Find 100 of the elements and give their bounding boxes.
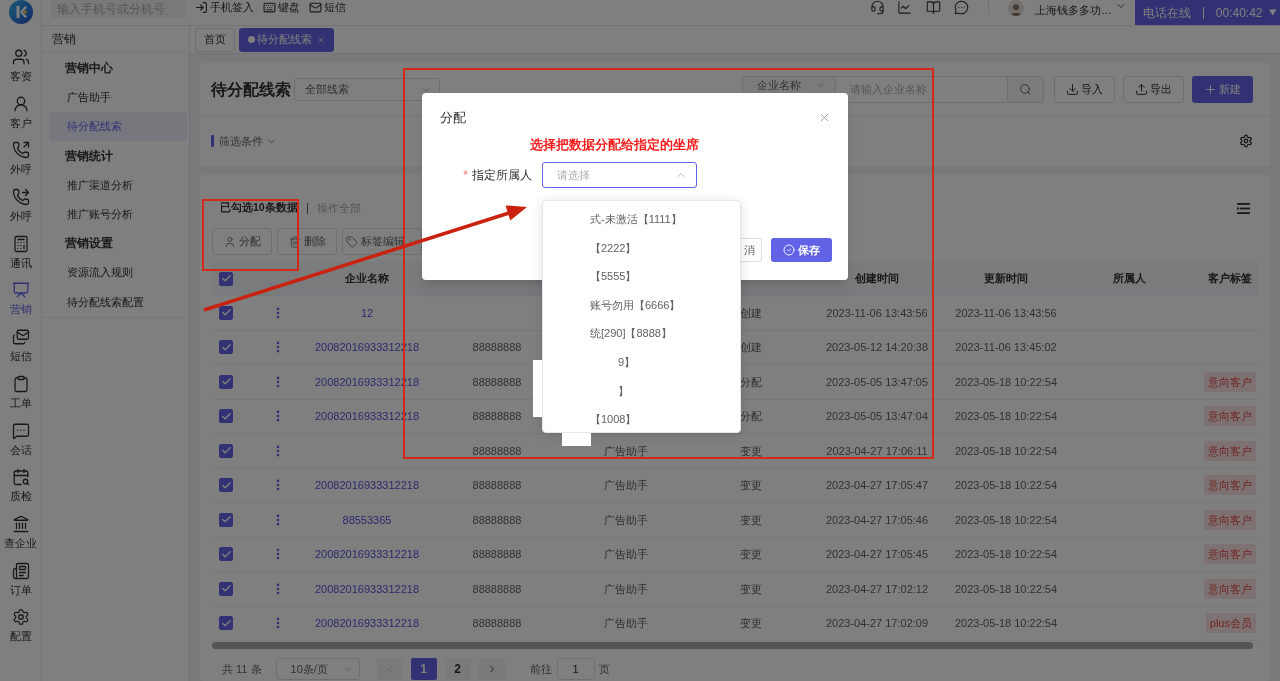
dropdown-option[interactable]: 式-未激活【1111】 [543, 205, 740, 234]
table-cell-text: 2023-05-18 10:22:54 [954, 409, 1058, 424]
page-button[interactable]: 1 [410, 658, 437, 680]
goto-label: 前往 [529, 661, 552, 677]
checkbox[interactable] [219, 340, 233, 355]
top-action-button[interactable]: 手机签入 [195, 0, 254, 14]
table-cell-text: 2023-04-27 17:05:46 [825, 512, 929, 528]
table-cell-text: 广告助手 [604, 512, 648, 528]
save-button[interactable]: 保存 [771, 238, 832, 262]
status-dot-icon [248, 36, 255, 43]
top-action-button[interactable]: 短信 [309, 0, 346, 14]
page-tab[interactable]: 待分配线索 [239, 27, 334, 52]
checkbox[interactable] [219, 512, 233, 527]
checkbox[interactable] [219, 271, 233, 286]
menu-item[interactable]: 广告助手 [49, 82, 187, 112]
company-link[interactable]: 20082016933312218 [315, 477, 419, 494]
sign-in-icon [195, 0, 208, 14]
table-cell-text: 2023-11-06 13:43:56 [955, 305, 1057, 321]
page-size-select[interactable]: 10条/页 [275, 658, 360, 680]
nav-rail-item[interactable]: 配置 [0, 606, 41, 653]
checkbox[interactable] [219, 443, 233, 458]
close-icon[interactable] [317, 35, 325, 44]
menu-group-title: 营销统计 [65, 147, 113, 165]
table-cell-text: 2023-04-27 17:05:47 [825, 478, 929, 493]
toolbar-button[interactable]: 导出 [1123, 76, 1184, 103]
checkbox[interactable] [219, 478, 233, 493]
customer-tag: plus会员 [1205, 613, 1256, 634]
cancel-button[interactable]: 消 [741, 238, 762, 262]
dropdown-option[interactable]: 账号勿用【6666】 [543, 290, 740, 320]
clipboard-icon [11, 374, 30, 393]
book-icon[interactable] [926, 0, 941, 15]
checkbox[interactable] [219, 305, 233, 320]
chart-icon[interactable] [897, 0, 912, 15]
bulk-action-button[interactable]: 分配 [212, 228, 272, 255]
table-cell-text: 2023-05-05 13:47:04 [825, 409, 929, 424]
mail-icon [309, 0, 322, 14]
nav-rail-item[interactable]: 订单 [0, 559, 41, 607]
nav-rail-item[interactable]: 会话 [0, 419, 41, 467]
menu-item[interactable]: 推广账号分析 [49, 199, 187, 229]
dropdown-option[interactable]: 9】 [543, 347, 740, 377]
checkbox[interactable] [219, 374, 233, 389]
chat-icon[interactable] [954, 0, 969, 15]
nav-rail-item[interactable]: 查企业 [0, 512, 41, 560]
page-button[interactable]: 2 [444, 658, 471, 680]
nav-rail-item[interactable]: 工单 [0, 372, 41, 420]
menu-item[interactable]: 推广渠道分析 [49, 170, 187, 200]
page-tab[interactable]: 首页 [195, 27, 235, 52]
nav-rail-item[interactable]: 通讯 [0, 232, 41, 280]
headset-icon[interactable] [870, 0, 885, 15]
company-link[interactable]: 20082016933312218 [315, 580, 419, 597]
menu-group-title: 营销中心 [65, 59, 113, 77]
toolbar-button[interactable]: 导入 [1054, 76, 1115, 103]
nav-rail-item[interactable]: 外呼 [0, 139, 41, 187]
table-cell-text: 2023-05-18 10:22:54 [954, 478, 1058, 493]
nav-rail-item[interactable]: 短信 [0, 326, 41, 373]
horizontal-scrollbar[interactable] [212, 642, 1253, 649]
check-circle-icon [783, 244, 795, 256]
user-icon [11, 94, 30, 113]
create-button[interactable]: 新建 [1192, 76, 1253, 103]
dropdown-option[interactable]: 【5555】 [543, 262, 740, 291]
search-button[interactable] [1007, 76, 1044, 103]
next-page-button[interactable] [478, 658, 505, 680]
top-action-button[interactable]: 键盘 [263, 0, 300, 14]
nav-rail-item[interactable]: 外呼 [0, 186, 41, 233]
list-menu-icon[interactable] [1237, 202, 1250, 214]
avatar-icon[interactable] [1008, 0, 1024, 16]
dropdown-option[interactable]: 】 [543, 376, 740, 406]
checkbox[interactable] [219, 547, 233, 562]
company-link[interactable]: 20082016933312218 [315, 615, 419, 632]
checkbox[interactable] [219, 581, 233, 596]
nav-rail-item[interactable]: 客资 [0, 46, 41, 93]
company-link[interactable]: 12 [360, 304, 374, 321]
nav-rail-item[interactable]: 客户 [0, 92, 41, 140]
dropdown-option[interactable]: 【1008】 [543, 405, 740, 434]
customer-tag: 意向客户 [1204, 440, 1256, 461]
checkbox[interactable] [219, 616, 233, 631]
goto-page-input[interactable]: 1 [556, 658, 595, 680]
dropdown-option[interactable]: 【2222】 [543, 233, 740, 263]
company-link[interactable]: 88553365 [342, 511, 392, 528]
menu-item[interactable]: 待分配线索配置 [49, 287, 187, 317]
owner-select[interactable]: 请选择 [542, 162, 697, 188]
calendar-search-icon [11, 468, 30, 487]
settings-icon[interactable] [1239, 134, 1253, 148]
menu-item[interactable]: 资源流入规则 [49, 258, 187, 288]
table-cell-text: 88888888 [472, 512, 522, 528]
table-cell-text: 2023-05-18 10:22:54 [954, 512, 1058, 528]
customer-tag: 意向客户 [1204, 578, 1256, 599]
user-name[interactable]: 上海钱多多功… [1035, 3, 1112, 17]
close-icon[interactable] [818, 111, 831, 124]
bulk-action-button[interactable]: 删除 [277, 228, 337, 255]
checkbox[interactable] [219, 409, 233, 424]
nav-rail-item[interactable]: 营销 [0, 279, 41, 327]
filter-toggle[interactable]: 筛选条件 [219, 132, 277, 150]
column-header: 企业名称 [345, 271, 389, 287]
call-status-button[interactable]: 电话在线 00:40:42 [1135, 0, 1280, 25]
nav-rail-item[interactable]: 质检 [0, 466, 41, 513]
table-cell-text: 广告助手 [604, 581, 648, 597]
company-link[interactable]: 20082016933312218 [315, 546, 419, 563]
menu-item[interactable]: 待分配线索 [49, 111, 187, 141]
dropdown-option[interactable]: 统[290]【8888】 [543, 319, 740, 348]
